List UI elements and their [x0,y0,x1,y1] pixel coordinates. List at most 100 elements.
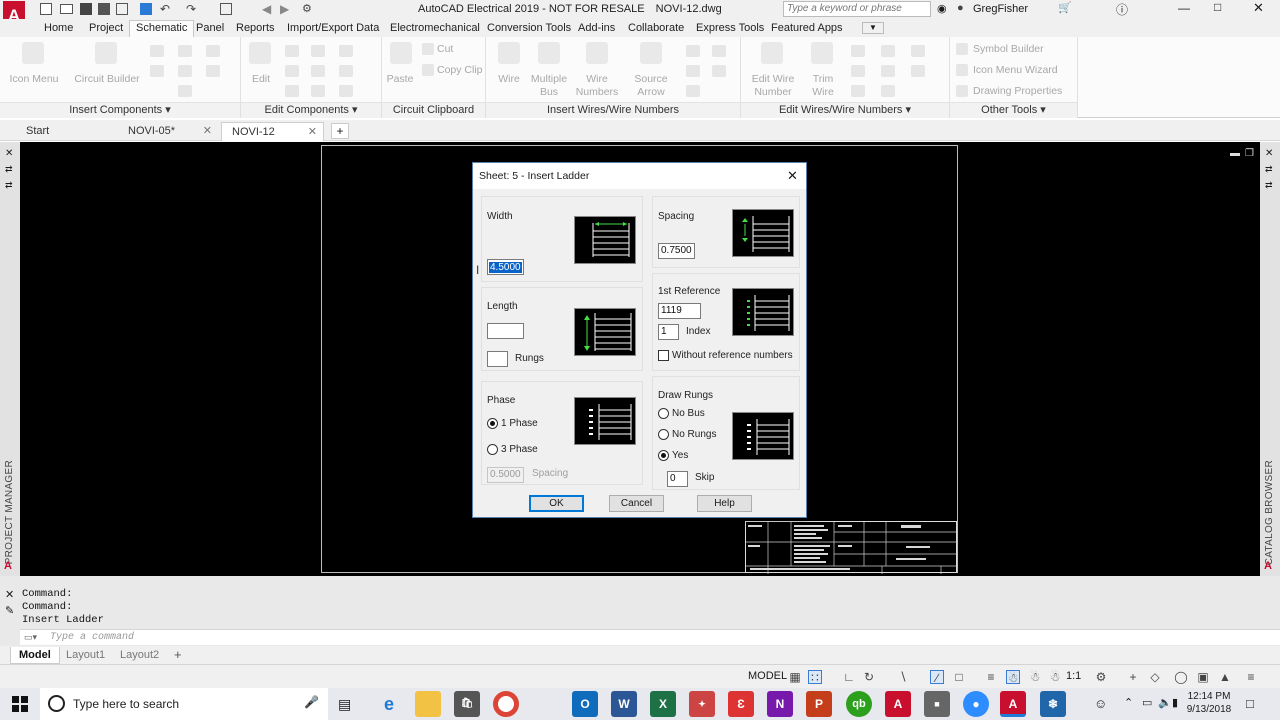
palette-settings-icon[interactable]: ⇄ [1265,164,1273,175]
hardware-accel-icon[interactable]: ◯ [1174,670,1188,684]
annotation-visibility-icon[interactable]: ☃ [1006,670,1020,685]
wire-tool-icon-3[interactable] [686,65,700,77]
start-icon[interactable] [12,696,28,712]
skip-input[interactable]: 0 [667,471,688,487]
close-icon[interactable]: ✕ [1253,0,1264,16]
tab-electromechanical[interactable]: Electromechanical [390,21,480,37]
wire-tool-icon-1[interactable] [686,45,700,57]
autocad-electrical-taskbar-icon[interactable]: A [1000,691,1026,717]
doc-tab-novi-12[interactable]: NOVI-12 ✕ [221,122,324,141]
tab-home[interactable]: Home [44,21,73,37]
grid-icon[interactable]: ▦ [788,670,802,684]
no-rungs-radio[interactable] [658,429,669,440]
outlook-icon[interactable]: O [572,691,598,717]
tab-panel[interactable]: Panel [196,21,224,37]
app-icon[interactable]: ■ [924,691,950,717]
rungs-input[interactable] [487,351,508,367]
delete-icon[interactable] [339,45,353,57]
annotation-monitor-icon[interactable]: + [1126,670,1140,684]
onenote-icon[interactable]: N [767,691,793,717]
command-input-row[interactable]: ▭▾ Type a command [20,629,1280,645]
copy-icon[interactable] [311,45,325,57]
edit-wire-icon-4[interactable] [851,65,865,77]
notifications-icon[interactable]: □ [1246,696,1254,711]
tab-express-tools[interactable]: Express Tools [696,21,764,37]
panel-title-insert-wires[interactable]: Insert Wires/Wire Numbers [486,102,740,118]
file-explorer-icon[interactable] [415,691,441,717]
snowflake-app-icon[interactable]: ❄ [1040,691,1066,717]
spacing-input[interactable]: 0.7500 [658,243,695,259]
edit-wire-icon-5[interactable] [881,65,895,77]
component-icon-5[interactable] [178,65,192,77]
undo-icon[interactable]: ↶ [160,2,170,16]
icon-menu-wizard-button[interactable]: Icon Menu Wizard [973,64,1058,77]
user-name[interactable]: GregFisher [973,3,1028,15]
three-phase-radio[interactable] [487,444,498,455]
wire-tool-icon-5[interactable] [686,85,700,97]
word-icon[interactable]: W [611,691,637,717]
retag-icon[interactable] [311,85,325,97]
index-input[interactable]: 1 [658,324,679,340]
phase-spacing-input[interactable]: 0.5000 [487,467,524,483]
model-space-toggle[interactable]: MODEL [748,670,787,682]
search-box[interactable]: Type a keyword or phrase [783,1,931,17]
drawing-properties-button[interactable]: Drawing Properties [973,85,1062,98]
command-input[interactable]: Type a command [50,632,134,643]
tab-schematic[interactable]: Schematic [129,20,195,38]
isodraft-icon[interactable]: ∖ [896,670,910,684]
ribbon-options-icon[interactable]: ▼ [862,22,884,34]
swap-icon[interactable] [311,65,325,77]
cancel-button[interactable]: Cancel [609,495,664,512]
help-icon[interactable]: ⓘ [1116,1,1128,18]
wire-tool-icon-4[interactable] [712,65,726,77]
viewport-minimize-icon[interactable]: ▬ [1230,148,1240,159]
volume-icon[interactable]: 🔈 [1158,696,1172,709]
yes-radio[interactable] [658,450,669,461]
new-icon[interactable] [40,3,52,15]
component-icon-2[interactable] [178,45,192,57]
tab-conversion-tools[interactable]: Conversion Tools [487,21,571,37]
component-icon-1[interactable] [150,45,164,57]
catalog-browser-label[interactable]: CATALOG BROWSER [1264,460,1275,565]
panel-title-edit-wires[interactable]: Edit Wires/Wire Numbers ▾ [741,102,949,118]
edit-wire-icon-8[interactable] [881,85,895,97]
edit-wire-icon-7[interactable] [851,85,865,97]
autocad-taskbar-icon[interactable]: A [885,691,911,717]
zoom-icon[interactable]: ● [963,691,989,717]
align-icon[interactable] [285,65,299,77]
workspace-icon[interactable]: ⚙ [302,2,312,15]
panel-title-other-tools[interactable]: Other Tools ▾ [950,102,1077,118]
isolate-objects-icon[interactable]: ▲ [1218,670,1232,684]
trim-wire-button[interactable]: Trim Wire [803,73,843,99]
web-mobile-icon[interactable] [116,3,128,15]
length-input[interactable] [487,323,524,339]
attribute-icon[interactable] [285,85,299,97]
close-palette-icon[interactable]: ✕ [1265,148,1273,159]
taskbar-search[interactable]: Type here to search 🎤 [40,688,328,720]
network-icon[interactable]: ▭ [1142,696,1152,709]
osnap-icon[interactable]: ∕ [930,670,944,685]
panel-title-edit-components[interactable]: Edit Components ▾ [241,102,381,118]
redo-icon[interactable]: ↷ [186,2,196,16]
snip-icon[interactable]: ✦ [689,691,715,717]
new-tab-icon[interactable]: + [331,123,349,139]
tab-layout1[interactable]: Layout1 [58,647,113,664]
component-icon-3[interactable] [206,45,220,57]
cut-button[interactable]: Cut [437,43,453,56]
help-button[interactable]: Help [697,495,752,512]
edit-wire-number-button[interactable]: Edit Wire Number [747,73,799,99]
reference-input[interactable]: 1119 [658,303,701,319]
icon-menu-button[interactable]: Icon Menu [6,73,62,86]
palette-props-icon[interactable]: ⇄ [5,180,13,191]
viewport-restore-icon[interactable]: ❐ [1245,148,1254,159]
replace-icon[interactable] [339,65,353,77]
ok-button[interactable]: OK [529,495,584,512]
battery-icon[interactable]: ▮ [1172,696,1178,709]
tab-reports[interactable]: Reports [236,21,275,37]
symbol-builder-button[interactable]: Symbol Builder [973,43,1044,56]
doc-tab-start[interactable]: Start [16,122,116,141]
edit-wire-icon-1[interactable] [851,45,865,57]
open-icon[interactable] [60,4,73,14]
scoot-icon[interactable] [339,85,353,97]
people-icon[interactable]: ☺ [1094,696,1107,711]
